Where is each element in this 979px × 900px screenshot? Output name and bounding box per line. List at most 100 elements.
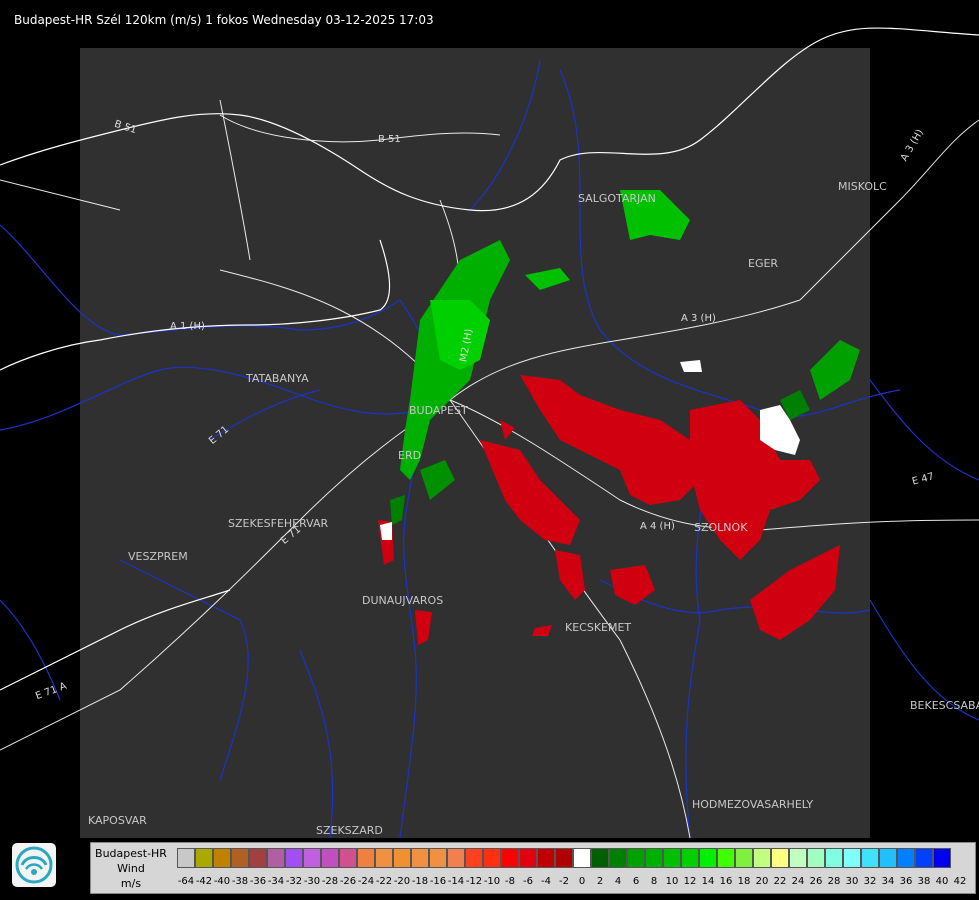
legend-tick-label: 26 xyxy=(809,876,823,887)
legend-tick-label: -36 xyxy=(249,876,267,887)
legend-swatches xyxy=(177,848,951,868)
legend-tick-label: 18 xyxy=(737,876,751,887)
legend-tick-label: 14 xyxy=(701,876,715,887)
legend-tick-label: -16 xyxy=(429,876,447,887)
city-label: SALGOTARJAN xyxy=(578,192,656,205)
legend-tick-label: 4 xyxy=(614,876,622,887)
legend-tick-label: -40 xyxy=(213,876,231,887)
legend-tick-label: -6 xyxy=(523,876,533,887)
legend-tick-label: -24 xyxy=(357,876,375,887)
city-label: DUNAUJVAROS xyxy=(362,594,444,607)
legend-tick-label: -18 xyxy=(411,876,429,887)
legend-tick-label: 8 xyxy=(650,876,658,887)
road-label: A 1 (H) xyxy=(170,321,205,332)
legend-swatch xyxy=(663,848,681,868)
legend-tick-label: 20 xyxy=(755,876,769,887)
page-title: Budapest-HR Szél 120km (m/s) 1 fokos Wed… xyxy=(14,13,434,27)
legend-swatch xyxy=(915,848,933,868)
legend-swatch xyxy=(411,848,429,868)
legend-tick-label: -14 xyxy=(447,876,465,887)
radar-map[interactable] xyxy=(0,0,979,900)
city-label: MISKOLC xyxy=(838,180,887,193)
legend-tick-label: 32 xyxy=(863,876,877,887)
legend-tick-label: -4 xyxy=(541,876,551,887)
color-legend: Budapest-HR Wind m/s -64 -42 -40 -38 -36 -34-… xyxy=(90,842,976,894)
legend-swatch xyxy=(645,848,663,868)
road-label: A 4 (H) xyxy=(640,521,675,532)
legend-swatch xyxy=(357,848,375,868)
legend-swatch xyxy=(321,848,339,868)
legend-swatch xyxy=(465,848,483,868)
city-label: KECSKEMET xyxy=(565,621,632,634)
legend-swatch xyxy=(555,848,573,868)
city-label: VESZPREM xyxy=(128,550,188,563)
city-label: ERD xyxy=(398,449,422,462)
legend-tick-label: -26 xyxy=(339,876,357,887)
city-label: TATABANYA xyxy=(246,372,309,385)
legend-swatch xyxy=(447,848,465,868)
legend-swatch xyxy=(609,848,627,868)
legend-swatch xyxy=(717,848,735,868)
legend-swatch xyxy=(393,848,411,868)
legend-tick-label: 24 xyxy=(791,876,805,887)
legend-swatch xyxy=(753,848,771,868)
city-label: BUDAPEST xyxy=(409,404,468,417)
legend-swatch xyxy=(897,848,915,868)
legend-swatch xyxy=(267,848,285,868)
legend-tick-label: -38 xyxy=(231,876,249,887)
road-label: B 51 xyxy=(378,134,401,145)
legend-tick-label: 40 xyxy=(935,876,949,887)
legend-tick-label: -30 xyxy=(303,876,321,887)
legend-swatch xyxy=(933,848,951,868)
legend-tick-label: -28 xyxy=(321,876,339,887)
legend-swatch xyxy=(735,848,753,868)
legend-swatch xyxy=(591,848,609,868)
legend-tick-label: 38 xyxy=(917,876,931,887)
legend-title: Budapest-HR Wind m/s xyxy=(91,846,171,891)
legend-tick-label: 10 xyxy=(665,876,679,887)
legend-tick-label: 28 xyxy=(827,876,841,887)
legend-swatch xyxy=(681,848,699,868)
legend-swatch xyxy=(177,848,195,868)
legend-swatch xyxy=(375,848,393,868)
legend-quantity: Wind xyxy=(117,862,145,875)
legend-tick-label: -10 xyxy=(483,876,501,887)
legend-tick-label: 6 xyxy=(632,876,640,887)
legend-swatch xyxy=(501,848,519,868)
legend-swatch xyxy=(429,848,447,868)
legend-swatch xyxy=(195,848,213,868)
legend-swatch xyxy=(285,848,303,868)
legend-tick-label: -64 xyxy=(177,876,195,887)
legend-swatch xyxy=(825,848,843,868)
legend-ticks: -64 -42 -40 -38 -36 -34 -32 -30 -28 -26 -24 -22 -20-… xyxy=(177,876,969,888)
legend-unit: m/s xyxy=(120,877,142,890)
legend-tick-label: -8 xyxy=(505,876,515,887)
city-label: EGER xyxy=(748,257,779,270)
legend-swatch xyxy=(573,848,591,868)
legend-swatch xyxy=(483,848,501,868)
legend-swatch xyxy=(303,848,321,868)
legend-tick-label: 12 xyxy=(683,876,697,887)
legend-swatch xyxy=(789,848,807,868)
legend-tick-label: -32 xyxy=(285,876,303,887)
legend-swatch xyxy=(807,848,825,868)
legend-tick-label: 16 xyxy=(719,876,733,887)
legend-tick-label: 30 xyxy=(845,876,859,887)
legend-swatch xyxy=(627,848,645,868)
legend-tick-label: -12 xyxy=(465,876,483,887)
legend-swatch xyxy=(213,848,231,868)
legend-tick-label: -34 xyxy=(267,876,285,887)
legend-swatch xyxy=(861,848,879,868)
legend-swatch xyxy=(339,848,357,868)
legend-swatch xyxy=(249,848,267,868)
legend-swatch xyxy=(843,848,861,868)
legend-tick-label: -22 xyxy=(375,876,393,887)
legend-station: Budapest-HR xyxy=(95,847,167,860)
city-label: KAPOSVAR xyxy=(88,814,147,827)
legend-tick-label: 34 xyxy=(881,876,895,887)
legend-tick-label: -42 xyxy=(195,876,213,887)
city-label: BEKESCSABA xyxy=(910,699,979,712)
legend-swatch xyxy=(537,848,555,868)
logo-icon xyxy=(12,843,56,887)
legend-tick-label: -20 xyxy=(393,876,411,887)
